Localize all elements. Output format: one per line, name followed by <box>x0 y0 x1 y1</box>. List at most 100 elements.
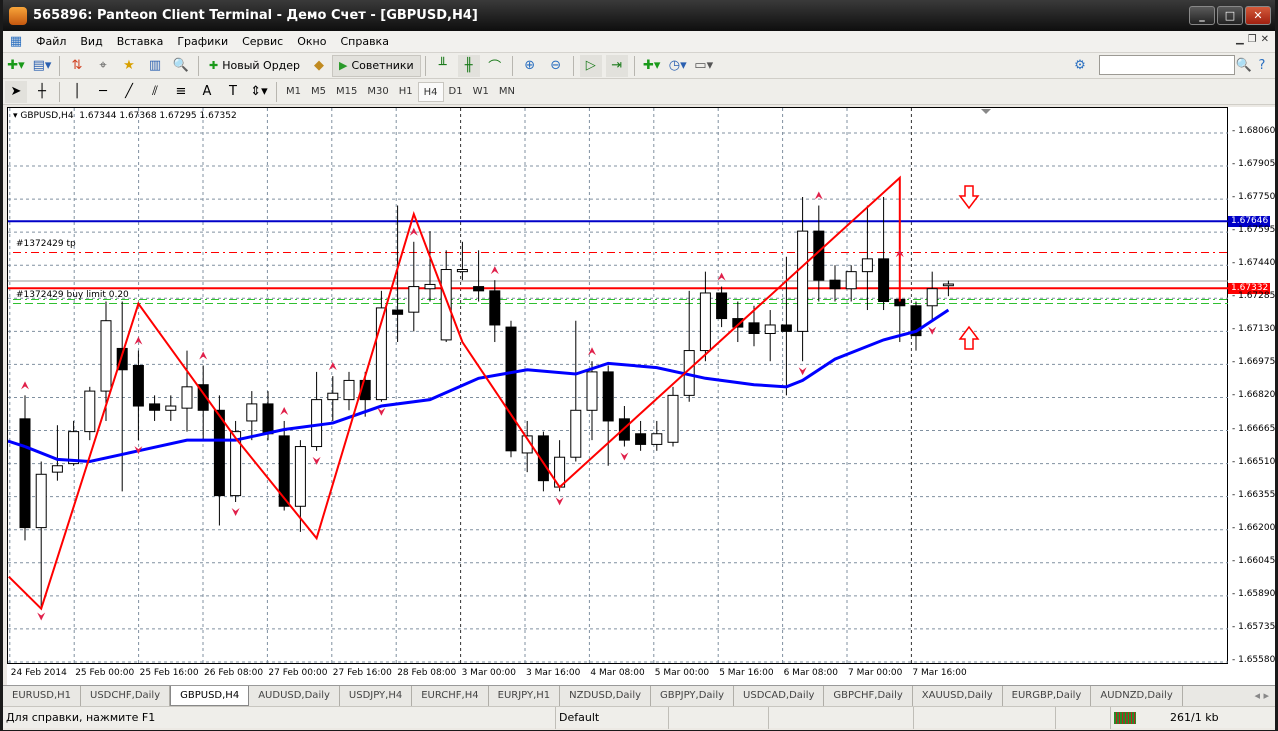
price-tick-label: - 1.65735 <box>1232 621 1276 632</box>
chart-tab[interactable]: XAUUSD,Daily <box>913 686 1003 706</box>
experts-icon: ▶ <box>339 59 348 72</box>
timeframe-m15[interactable]: M15 <box>331 82 362 102</box>
metaeditor-icon[interactable]: ◆ <box>308 55 330 77</box>
price-tick-label: - 1.67595 <box>1232 225 1276 236</box>
price-tick-label: - 1.66355 <box>1232 489 1276 500</box>
chart-tab[interactable]: GBPCHF,Daily <box>824 686 913 706</box>
new-order-button[interactable]: ✚ Новый Ордер <box>203 55 306 77</box>
timeframe-mn[interactable]: MN <box>494 82 520 102</box>
candlestick-icon[interactable]: ╫ <box>457 54 480 77</box>
candle-body <box>764 324 776 335</box>
time-tick-label: 27 Feb 00:00 <box>268 668 328 678</box>
maximize-button[interactable]: □ <box>1217 6 1243 25</box>
vertical-line-icon[interactable]: │ <box>66 81 88 103</box>
menu-charts[interactable]: Графики <box>170 35 235 48</box>
new-chart-icon[interactable]: ✚▾ <box>5 55 27 77</box>
status-cell <box>913 707 1055 729</box>
terminal-icon[interactable]: ▥ <box>144 55 166 77</box>
line-chart-icon[interactable]: ⌒ <box>484 55 506 77</box>
data-window-icon[interactable]: ⌖ <box>92 55 114 77</box>
price-chart[interactable]: ▾ GBPUSD,H4 1.67344 1.67368 1.67295 1.67… <box>7 107 1229 665</box>
status-traffic: 261/1 kb <box>1170 711 1219 724</box>
chart-tab[interactable]: AUDUSD,Daily <box>249 686 340 706</box>
fractal-up-icon <box>199 351 208 360</box>
market-watch-icon[interactable]: ⇅ <box>66 55 88 77</box>
equidistant-channel-icon[interactable]: ⫽ <box>144 81 166 103</box>
chart-shift-icon[interactable]: ⇥ <box>605 54 628 77</box>
timeframe-h4[interactable]: H4 <box>417 81 444 102</box>
tab-scroll-arrows-icon[interactable]: ◂ ▸ <box>1248 686 1275 706</box>
horizontal-line-icon[interactable]: ─ <box>92 81 114 103</box>
minimize-button[interactable]: _ <box>1189 6 1215 25</box>
candle-body <box>246 403 258 422</box>
price-tick-label: - 1.67130 <box>1232 324 1276 335</box>
timeframe-m30[interactable]: M30 <box>362 82 393 102</box>
time-tick-label: 27 Feb 16:00 <box>332 668 392 678</box>
chart-tab[interactable]: GBPJPY,Daily <box>651 686 735 706</box>
app-icon <box>9 6 27 25</box>
time-tick-label: 6 Mar 08:00 <box>783 668 838 678</box>
candle-body <box>505 326 517 452</box>
mdi-restore-button[interactable]: ❐ <box>1248 34 1257 45</box>
candle-body <box>100 320 112 392</box>
zoom-out-icon[interactable]: ⊖ <box>545 55 567 77</box>
chart-window-icon[interactable]: ▦ <box>5 31 27 53</box>
zoom-in-icon[interactable]: ⊕ <box>519 55 541 77</box>
timeframe-m5[interactable]: M5 <box>306 82 331 102</box>
candle-body <box>35 473 47 529</box>
timeframe-d1[interactable]: D1 <box>444 82 468 102</box>
fibonacci-icon[interactable]: ≡ <box>170 81 192 103</box>
chart-tab[interactable]: GBPUSD,H4 <box>170 686 250 706</box>
timeframe-m1[interactable]: M1 <box>281 82 306 102</box>
timeframe-h1[interactable]: H1 <box>394 82 418 102</box>
templates-icon[interactable]: ▭▾ <box>693 55 715 77</box>
mdi-close-button[interactable]: ✕ <box>1261 34 1269 45</box>
fractal-up-icon <box>490 266 499 275</box>
menu-file[interactable]: Файл <box>29 35 73 48</box>
cursor-icon[interactable]: ➤ <box>5 80 27 103</box>
chart-tab[interactable]: AUDNZD,Daily <box>1091 686 1183 706</box>
search-input[interactable] <box>1099 55 1235 75</box>
autoscroll-icon[interactable]: ▷ <box>579 54 602 77</box>
price-tick-label: - 1.67285 <box>1232 291 1276 302</box>
timeframe-w1[interactable]: W1 <box>468 82 494 102</box>
chart-tab[interactable]: NZDUSD,Daily <box>560 686 652 706</box>
buy-limit-label: #1372429 buy limit 0.20 <box>16 290 129 300</box>
periods-icon[interactable]: ◷▾ <box>667 55 689 77</box>
chart-tab[interactable]: USDCHF,Daily <box>81 686 171 706</box>
menu-window[interactable]: Окно <box>290 35 333 48</box>
menu-insert[interactable]: Вставка <box>110 35 171 48</box>
chart-tab[interactable]: EURGBP,Daily <box>1003 686 1092 706</box>
menu-tools[interactable]: Сервис <box>235 35 290 48</box>
candle-body <box>635 433 647 445</box>
help-icon[interactable]: ? <box>1251 55 1273 77</box>
menu-help[interactable]: Справка <box>333 35 395 48</box>
menu-view[interactable]: Вид <box>73 35 109 48</box>
experts-button[interactable]: ▶ Советники <box>332 54 421 77</box>
text-label-icon[interactable]: T <box>222 81 244 103</box>
chart-tab[interactable]: EURJPY,H1 <box>489 686 561 706</box>
crosshair-icon[interactable]: ┼ <box>31 81 53 103</box>
close-button[interactable]: ✕ <box>1245 6 1271 25</box>
chart-tab[interactable]: USDCAD,Daily <box>734 686 825 706</box>
arrows-icon[interactable]: ⇕▾ <box>248 81 270 103</box>
price-tick-label: - 1.66820 <box>1232 390 1276 401</box>
chart-tab[interactable]: USDJPY,H4 <box>340 686 413 706</box>
chart-tab[interactable]: EURUSD,H1 <box>3 686 82 706</box>
chart-tab[interactable]: EURCHF,H4 <box>412 686 489 706</box>
time-tick-label: 4 Mar 08:00 <box>590 668 645 678</box>
indicators-icon[interactable]: ✚▾ <box>641 55 663 77</box>
candle-body <box>926 288 938 307</box>
candle-body <box>424 283 436 290</box>
fractal-down-icon <box>928 326 937 335</box>
settings-gear-icon[interactable]: ⚙ <box>1069 55 1091 77</box>
text-icon[interactable]: A <box>196 81 218 103</box>
mdi-minimize-button[interactable]: ▁ <box>1236 34 1244 45</box>
profiles-icon[interactable]: ▤▾ <box>31 55 53 77</box>
strategy-tester-icon[interactable]: 🔍 <box>170 55 192 77</box>
trendline-icon[interactable]: ╱ <box>118 81 140 103</box>
navigator-icon[interactable]: ★ <box>118 55 140 77</box>
chart-canvas[interactable] <box>8 108 1229 665</box>
chart-tabs: EURUSD,H1 USDCHF,Daily GBPUSD,H4 AUDUSD,Dai… <box>3 685 1275 706</box>
bar-chart-icon[interactable]: ╨ <box>432 55 454 77</box>
